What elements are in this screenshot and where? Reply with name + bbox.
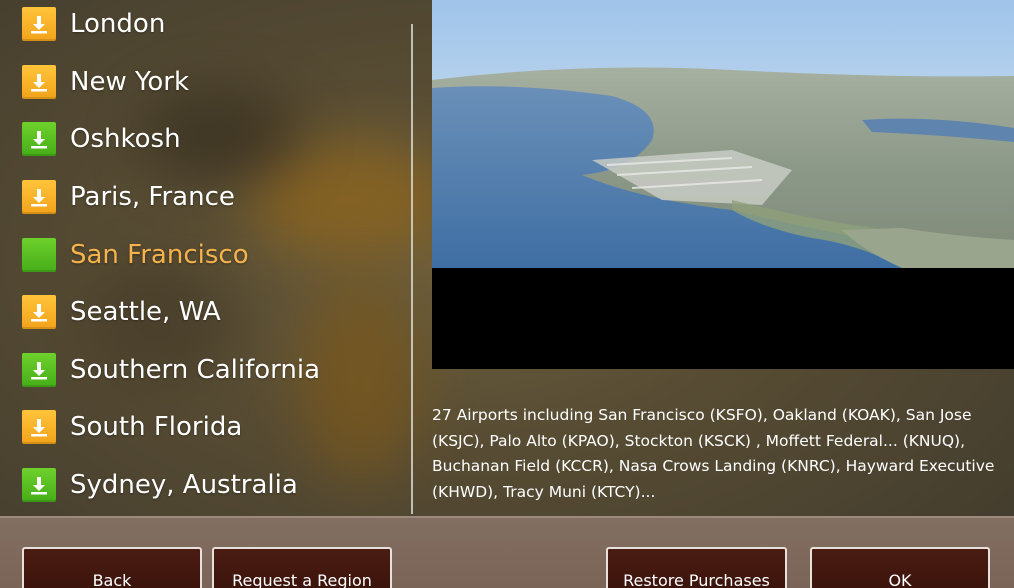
download-icon [22, 353, 56, 387]
ok-button[interactable]: OK [810, 547, 990, 588]
region-item-oshkosh[interactable]: Oshkosh [22, 119, 181, 159]
download-icon [22, 180, 56, 214]
download-icon [22, 468, 56, 502]
download-icon [22, 65, 56, 99]
region-list[interactable]: London New York Oshkosh Paris, France Sa… [0, 0, 410, 516]
download-icon [22, 410, 56, 444]
region-item-south-florida[interactable]: South Florida [22, 407, 242, 447]
download-icon [22, 122, 56, 156]
region-item-new-york[interactable]: New York [22, 62, 189, 102]
region-label-selected: San Francisco [70, 240, 249, 270]
download-icon [22, 295, 56, 329]
region-label: South Florida [70, 412, 243, 442]
request-region-button[interactable]: Request a Region [212, 547, 392, 588]
region-label: Sydney, Australia [70, 470, 298, 500]
region-item-san-francisco[interactable]: San Francisco [22, 235, 249, 275]
region-label: Paris, France [70, 182, 235, 212]
bottom-toolbar: Back Request a Region Restore Purchases … [0, 516, 1014, 588]
download-icon [22, 7, 56, 41]
region-item-london[interactable]: London [22, 4, 165, 44]
region-label: Oshkosh [70, 124, 181, 154]
region-item-seattle[interactable]: Seattle, WA [22, 292, 221, 332]
region-item-paris[interactable]: Paris, France [22, 177, 235, 217]
back-button[interactable]: Back [22, 547, 202, 588]
region-label: Southern California [70, 355, 320, 385]
restore-purchases-button[interactable]: Restore Purchases [606, 547, 787, 588]
vertical-divider [411, 24, 413, 514]
region-description: 27 Airports including San Francisco (KSF… [432, 406, 995, 501]
region-item-sydney[interactable]: Sydney, Australia [22, 465, 298, 505]
region-selection-screen: London New York Oshkosh Paris, France Sa… [0, 0, 1014, 588]
region-label: Seattle, WA [70, 297, 221, 327]
region-preview-image [432, 0, 1014, 369]
installed-square-icon [22, 238, 56, 272]
region-label: London [70, 9, 166, 39]
region-label: New York [70, 67, 190, 97]
region-item-southern-california[interactable]: Southern California [22, 350, 320, 390]
aerial-view-image [432, 0, 1014, 369]
